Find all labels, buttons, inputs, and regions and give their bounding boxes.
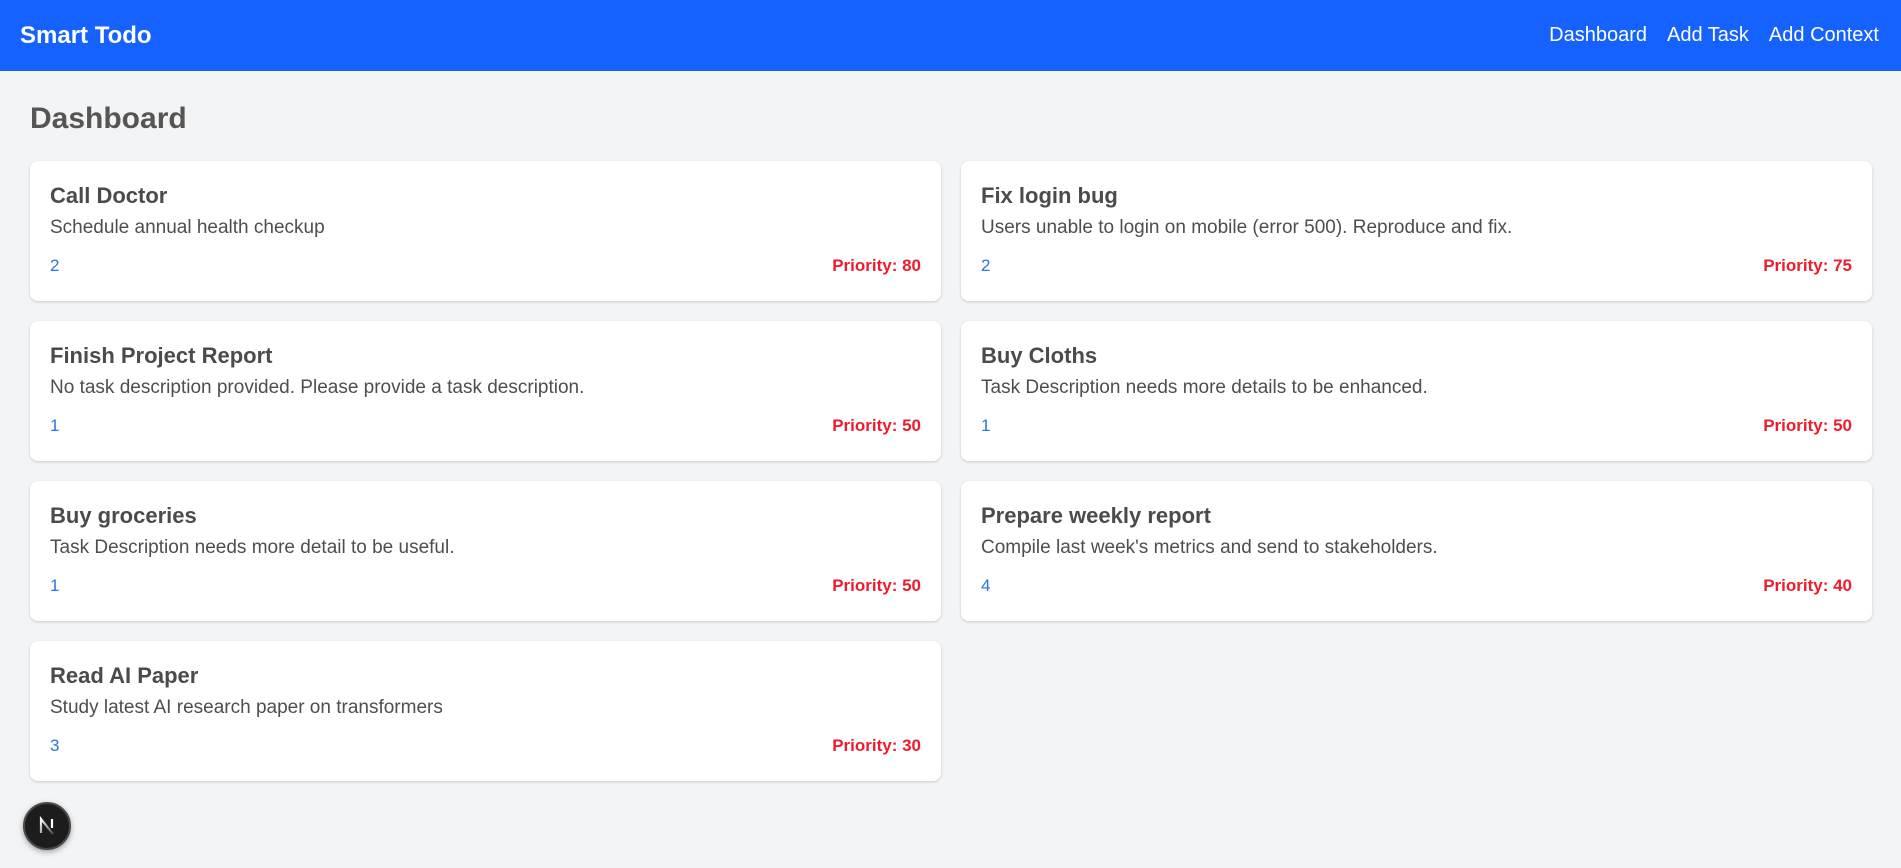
task-description: Schedule annual health checkup xyxy=(50,217,325,238)
task-context: 4 xyxy=(981,576,991,595)
task-card[interactable]: Finish Project Report No task descriptio… xyxy=(30,321,941,461)
nav-link-add-task[interactable]: Add Task xyxy=(1667,24,1749,47)
task-card[interactable]: Call Doctor Schedule annual health check… xyxy=(30,161,941,301)
task-card[interactable]: Prepare weekly report Compile last week'… xyxy=(961,481,1872,621)
task-title: Read AI Paper xyxy=(50,663,199,688)
task-priority: Priority: 40 xyxy=(1763,576,1852,595)
task-footer: 3 Priority: 30 xyxy=(50,736,921,756)
task-title: Prepare weekly report xyxy=(981,503,1211,528)
task-card[interactable]: Buy Cloths Task Description needs more d… xyxy=(961,321,1872,461)
task-title: Buy Cloths xyxy=(981,343,1098,368)
page-title: Dashboard xyxy=(30,102,187,135)
task-context: 1 xyxy=(50,416,60,435)
task-footer: 2 Priority: 80 xyxy=(50,256,921,276)
task-context: 2 xyxy=(981,256,991,275)
task-priority: Priority: 80 xyxy=(832,256,921,275)
top-navbar: Smart Todo Dashboard Add Task Add Contex… xyxy=(0,0,1901,71)
task-footer: 2 Priority: 75 xyxy=(981,256,1852,276)
task-description: Task Description needs more details to b… xyxy=(981,377,1428,398)
task-priority: Priority: 50 xyxy=(832,576,921,595)
task-title: Call Doctor xyxy=(50,183,168,208)
task-context: 2 xyxy=(50,256,60,275)
task-description: No task description provided. Please pro… xyxy=(50,377,585,398)
nextjs-logo-icon xyxy=(39,815,54,835)
task-footer: 1 Priority: 50 xyxy=(981,416,1852,436)
task-priority: Priority: 75 xyxy=(1763,256,1852,275)
task-description: Task Description needs more detail to be… xyxy=(50,537,455,558)
nav-link-add-context[interactable]: Add Context xyxy=(1769,24,1879,47)
task-description: Study latest AI research paper on transf… xyxy=(50,697,443,718)
task-title: Fix login bug xyxy=(981,183,1118,208)
task-grid: Call Doctor Schedule annual health check… xyxy=(30,161,1872,781)
nav-link-dashboard[interactable]: Dashboard xyxy=(1549,24,1647,47)
nav-links: Dashboard Add Task Add Context xyxy=(1549,24,1879,47)
task-context: 1 xyxy=(50,576,60,595)
task-title: Finish Project Report xyxy=(50,343,273,368)
task-priority: Priority: 50 xyxy=(1763,416,1852,435)
task-priority: Priority: 30 xyxy=(832,736,921,755)
task-title: Buy groceries xyxy=(50,503,197,528)
task-description: Users unable to login on mobile (error 5… xyxy=(981,217,1513,238)
task-description: Compile last week's metrics and send to … xyxy=(981,537,1438,558)
task-context: 1 xyxy=(981,416,991,435)
task-card[interactable]: Buy groceries Task Description needs mor… xyxy=(30,481,941,621)
nextjs-dev-tools-button[interactable] xyxy=(23,802,71,850)
task-card[interactable]: Fix login bug Users unable to login on m… xyxy=(961,161,1872,301)
task-card[interactable]: Read AI Paper Study latest AI research p… xyxy=(30,641,941,781)
task-footer: 4 Priority: 40 xyxy=(981,576,1852,596)
task-context: 3 xyxy=(50,736,60,755)
task-footer: 1 Priority: 50 xyxy=(50,416,921,436)
task-priority: Priority: 50 xyxy=(832,416,921,435)
app-brand[interactable]: Smart Todo xyxy=(20,22,152,50)
task-footer: 1 Priority: 50 xyxy=(50,576,921,596)
